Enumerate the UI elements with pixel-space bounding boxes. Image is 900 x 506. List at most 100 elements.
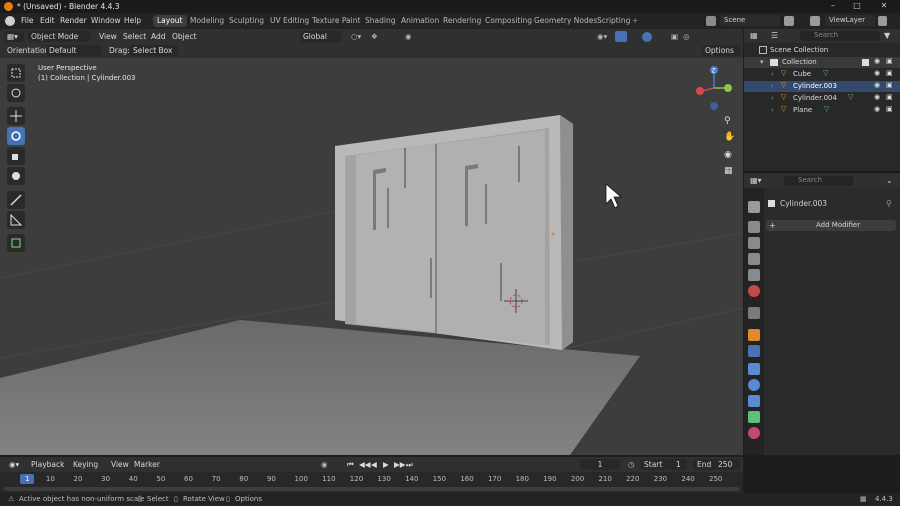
collection-tab-icon[interactable] <box>748 307 760 319</box>
eye-icon[interactable]: ◉ <box>874 105 880 113</box>
start-frame-field[interactable]: Start 1 <box>640 459 687 470</box>
particles-tab-icon[interactable] <box>748 363 760 375</box>
view-layer-selector[interactable]: ViewLayer <box>825 15 875 26</box>
eye-icon[interactable]: ◉ <box>874 81 880 89</box>
transform-orientation-selector[interactable]: Global <box>300 31 342 42</box>
record-icon[interactable]: ◉ <box>318 459 331 470</box>
mode-selector[interactable]: Object Mode <box>28 31 90 42</box>
cursor-tool-icon[interactable] <box>7 84 25 102</box>
minimize-icon[interactable]: – <box>827 1 839 12</box>
camera-icon[interactable]: ▣ <box>886 57 893 65</box>
options-button[interactable]: Options <box>702 45 740 56</box>
camera-icon[interactable]: ▣ <box>886 81 893 89</box>
select-box-tool-icon[interactable] <box>7 64 25 82</box>
new-scene-icon[interactable] <box>784 16 794 26</box>
rotate-tool-icon[interactable] <box>7 127 25 145</box>
close-icon[interactable]: ✕ <box>878 1 890 12</box>
pan-hand-icon[interactable]: ✋ <box>724 132 736 144</box>
output-tab-icon[interactable] <box>748 237 760 249</box>
move-tool-icon[interactable] <box>7 107 25 125</box>
view-layer-tab-icon[interactable] <box>748 253 760 265</box>
tab-uv-editing[interactable]: UV Editing <box>266 15 313 27</box>
camera-icon[interactable]: ▣ <box>886 105 893 113</box>
gizmo-toggle-icon[interactable] <box>615 31 627 42</box>
annotate-tool-icon[interactable] <box>7 191 25 209</box>
timeline-scrollbar[interactable] <box>4 487 739 491</box>
editor-type-icon[interactable]: ▦▾ <box>750 176 762 185</box>
tab-modeling[interactable]: Modeling <box>186 15 228 27</box>
new-view-layer-icon[interactable] <box>878 16 887 26</box>
checkbox-icon[interactable] <box>862 59 869 66</box>
visibility-icon[interactable]: ◉▾ <box>594 31 610 42</box>
eye-icon[interactable]: ◉ <box>874 69 880 77</box>
chevron-right-icon[interactable]: › <box>771 82 774 90</box>
outliner-root[interactable]: Scene Collection <box>744 45 900 56</box>
tab-shading[interactable]: Shading <box>361 15 399 27</box>
outliner-item-cube[interactable]: › ▽ Cube ▽ ◉ ▣ <box>744 69 900 80</box>
menu-view[interactable]: View <box>96 31 120 42</box>
zoom-icon[interactable]: ⚲ <box>724 116 736 128</box>
object-tab-icon[interactable] <box>748 329 760 341</box>
jump-end-icon[interactable]: ⏭ <box>403 459 416 470</box>
measure-tool-icon[interactable] <box>7 211 25 229</box>
pin-icon[interactable]: ⚲ <box>886 199 892 208</box>
scale-tool-icon[interactable] <box>7 147 25 165</box>
transform-tool-icon[interactable] <box>7 167 25 185</box>
scene-tab-icon[interactable] <box>748 269 760 281</box>
overlay-toggle-icon[interactable] <box>642 32 652 42</box>
chevron-down-icon[interactable]: ⌄ <box>886 176 893 185</box>
play-icon[interactable]: ▶ <box>380 459 392 470</box>
outliner-search-input[interactable]: Search <box>800 31 880 41</box>
menu-add[interactable]: Add <box>148 31 169 42</box>
editor-type-icon[interactable]: ◉▾ <box>6 459 22 470</box>
clock-icon[interactable]: ◷ <box>625 459 638 470</box>
pivot-icon[interactable]: ○▾ <box>348 31 364 42</box>
tab-texture-paint[interactable]: Texture Paint <box>308 15 364 27</box>
menu-help[interactable]: Help <box>124 16 141 25</box>
blender-menu-icon[interactable] <box>5 16 15 26</box>
menu-select[interactable]: Select <box>120 31 149 42</box>
tab-rendering[interactable]: Rendering <box>439 15 485 27</box>
filter-mode-icon[interactable]: ☰ <box>771 31 778 40</box>
render-tab-icon[interactable] <box>748 221 760 233</box>
jump-start-icon[interactable]: ⏮ <box>344 459 357 470</box>
data-tab-icon[interactable] <box>748 411 760 423</box>
snap-icon[interactable]: ❖ <box>368 31 381 42</box>
camera-view-icon[interactable]: ◉ <box>724 150 736 162</box>
outliner-item-cylinder-003[interactable]: › ▽ Cylinder.003 ◉ ▣ <box>744 81 900 92</box>
chevron-right-icon[interactable]: › <box>771 94 774 102</box>
add-workspace-icon[interactable]: + <box>628 15 642 27</box>
editor-type-icon[interactable]: ▦▾ <box>4 31 24 42</box>
editor-type-icon[interactable]: ▦ <box>750 31 758 40</box>
maximize-icon[interactable]: □ <box>851 1 863 12</box>
menu-object[interactable]: Object <box>169 31 199 42</box>
constraints-tab-icon[interactable] <box>748 395 760 407</box>
tool-tab-icon[interactable] <box>748 201 760 213</box>
chevron-right-icon[interactable]: › <box>771 106 774 114</box>
menu-file[interactable]: File <box>21 16 34 25</box>
tab-layout[interactable]: Layout <box>153 15 187 27</box>
tab-animation[interactable]: Animation <box>397 15 443 27</box>
3d-viewport[interactable]: User Perspective (1) Collection | Cylind… <box>0 58 743 455</box>
eye-icon[interactable]: ◉ <box>874 57 880 65</box>
tab-geometry-nodes[interactable]: Geometry Nodes <box>530 15 601 27</box>
orientation-selector[interactable]: Default <box>46 45 102 56</box>
camera-icon[interactable]: ▣ <box>886 69 893 77</box>
menu-render[interactable]: Render <box>60 16 87 25</box>
camera-icon[interactable]: ▣ <box>886 93 893 101</box>
eye-icon[interactable]: ◉ <box>874 93 880 101</box>
chevron-right-icon[interactable]: › <box>771 70 774 78</box>
outliner-collection[interactable]: ▾ Collection ◉ ▣ <box>744 57 900 68</box>
add-modifier-button[interactable]: + Add Modifier <box>766 220 896 231</box>
menu-window[interactable]: Window <box>91 16 121 25</box>
proportional-edit-icon[interactable]: ◉ <box>402 31 415 42</box>
menu-playback[interactable]: Playback <box>28 459 67 470</box>
chevron-down-icon[interactable]: ▾ <box>760 58 764 66</box>
tab-compositing[interactable]: Compositing <box>481 15 536 27</box>
world-tab-icon[interactable] <box>748 285 760 297</box>
navigation-gizmo[interactable]: Z <box>692 64 740 124</box>
physics-tab-icon[interactable] <box>748 379 760 391</box>
properties-search-input[interactable]: Search <box>784 176 854 186</box>
menu-keying[interactable]: Keying <box>70 459 101 470</box>
menu-marker[interactable]: Marker <box>131 459 163 470</box>
